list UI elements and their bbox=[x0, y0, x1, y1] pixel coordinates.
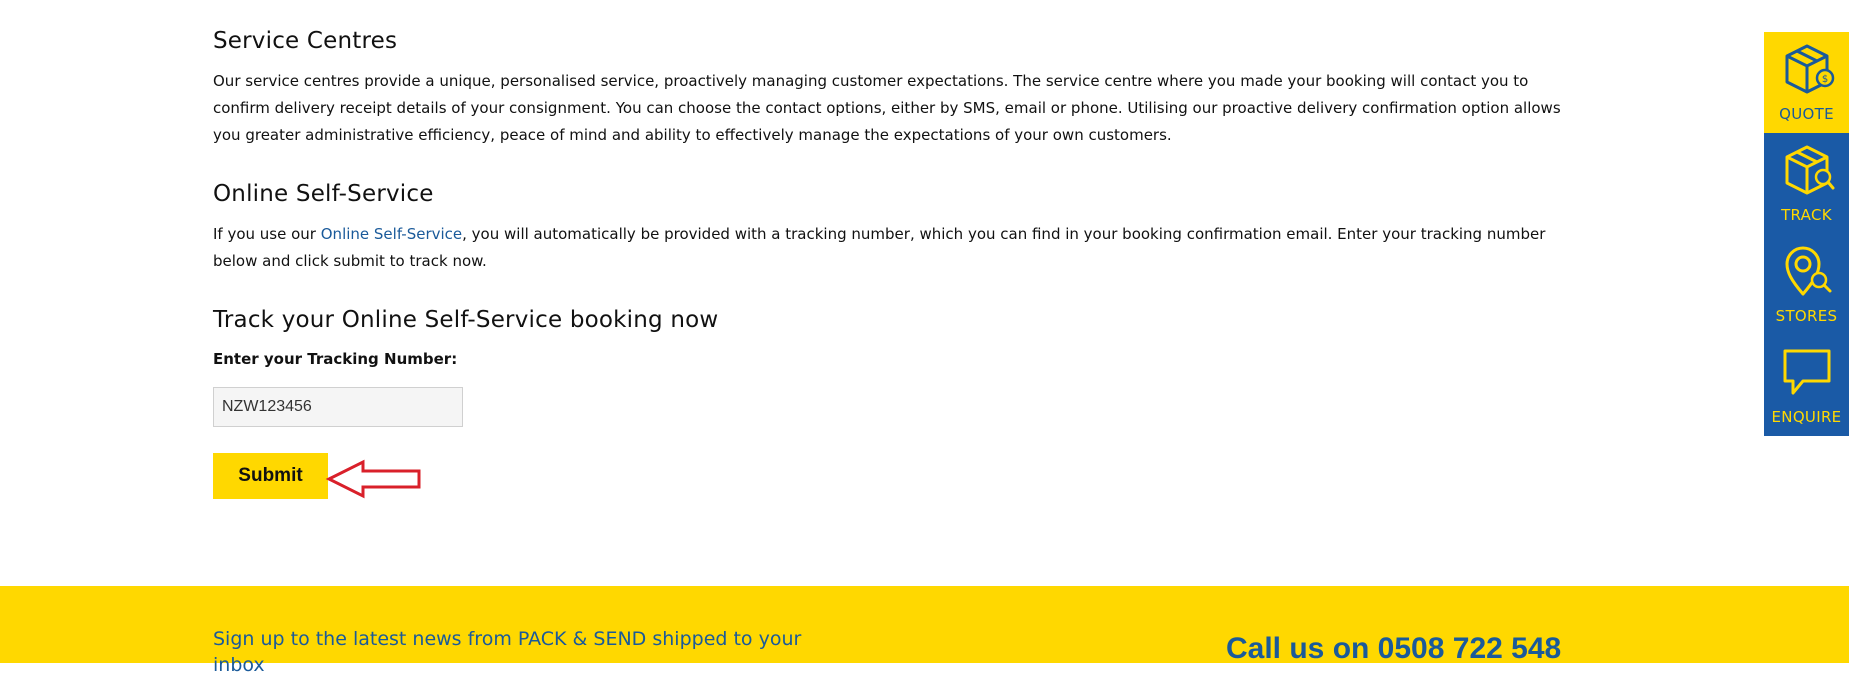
sidebar-item-label: QUOTE bbox=[1779, 105, 1834, 123]
call-us-text[interactable]: Call us on 0508 722 548 bbox=[1226, 632, 1561, 666]
sidebar-item-enquire[interactable]: ENQUIRE bbox=[1764, 335, 1849, 436]
online-self-service-link[interactable]: Online Self-Service bbox=[321, 225, 462, 243]
sidebar-item-track[interactable]: TRACK bbox=[1764, 133, 1849, 234]
tracking-number-label: Enter your Tracking Number: bbox=[213, 350, 458, 368]
chat-bubble-icon bbox=[1783, 349, 1830, 395]
box-search-icon bbox=[1785, 145, 1834, 195]
text-before-link: If you use our bbox=[213, 225, 321, 243]
service-centres-heading: Service Centres bbox=[213, 28, 398, 54]
submit-button[interactable]: Submit bbox=[213, 453, 328, 499]
sidebar-item-quote[interactable]: $ QUOTE bbox=[1764, 32, 1849, 133]
side-action-bar: $ QUOTE TRACK STORES ENQUIRE bbox=[1764, 32, 1849, 436]
sidebar-item-stores[interactable]: STORES bbox=[1764, 234, 1849, 335]
tracking-number-input[interactable] bbox=[213, 387, 463, 427]
sidebar-item-label: STORES bbox=[1775, 307, 1838, 325]
box-quote-icon: $ bbox=[1785, 44, 1834, 94]
annotation-arrow-icon bbox=[325, 459, 421, 499]
svg-text:$: $ bbox=[1821, 74, 1827, 85]
online-self-service-text: If you use our Online Self-Service, you … bbox=[213, 221, 1573, 275]
track-heading: Track your Online Self-Service booking n… bbox=[213, 307, 719, 333]
sidebar-item-label: TRACK bbox=[1781, 206, 1832, 224]
service-centres-text: Our service centres provide a unique, pe… bbox=[213, 72, 1561, 144]
sidebar-item-label: ENQUIRE bbox=[1771, 408, 1842, 426]
footer-band: Sign up to the latest news from PACK & S… bbox=[0, 586, 1849, 676]
location-search-icon bbox=[1785, 246, 1831, 296]
online-self-service-heading: Online Self-Service bbox=[213, 181, 434, 207]
newsletter-signup-text: Sign up to the latest news from PACK & S… bbox=[213, 628, 802, 676]
